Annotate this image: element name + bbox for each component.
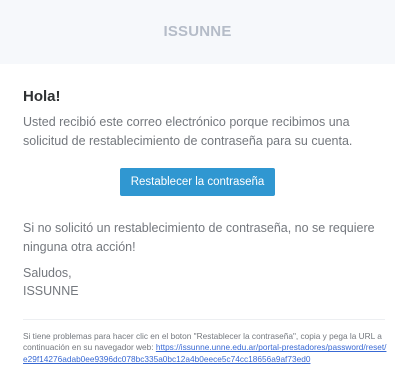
reset-password-button[interactable]: Restablecer la contraseña <box>119 168 276 196</box>
subcopy-divider <box>23 319 385 320</box>
signature-text: ISSUNNE <box>23 284 79 298</box>
salutation-block: Saludos, ISSUNNE <box>23 264 79 300</box>
intro-paragraph: Usted recibió este correo electrónico po… <box>23 115 353 148</box>
salutation-text: Saludos, <box>23 266 72 280</box>
no-action-paragraph: Si no solicitó un restablecimiento de co… <box>23 221 375 254</box>
subcopy-paragraph: Si tiene problemas para hacer clic en el… <box>23 331 387 365</box>
greeting-heading: Hola! <box>23 88 61 105</box>
email-header: ISSUNNE <box>0 0 395 64</box>
brand-name[interactable]: ISSUNNE <box>14 0 381 64</box>
email-page: ISSUNNE Hola! Usted recibió este correo … <box>0 0 395 382</box>
button-container: Restablecer la contraseña <box>0 168 395 196</box>
